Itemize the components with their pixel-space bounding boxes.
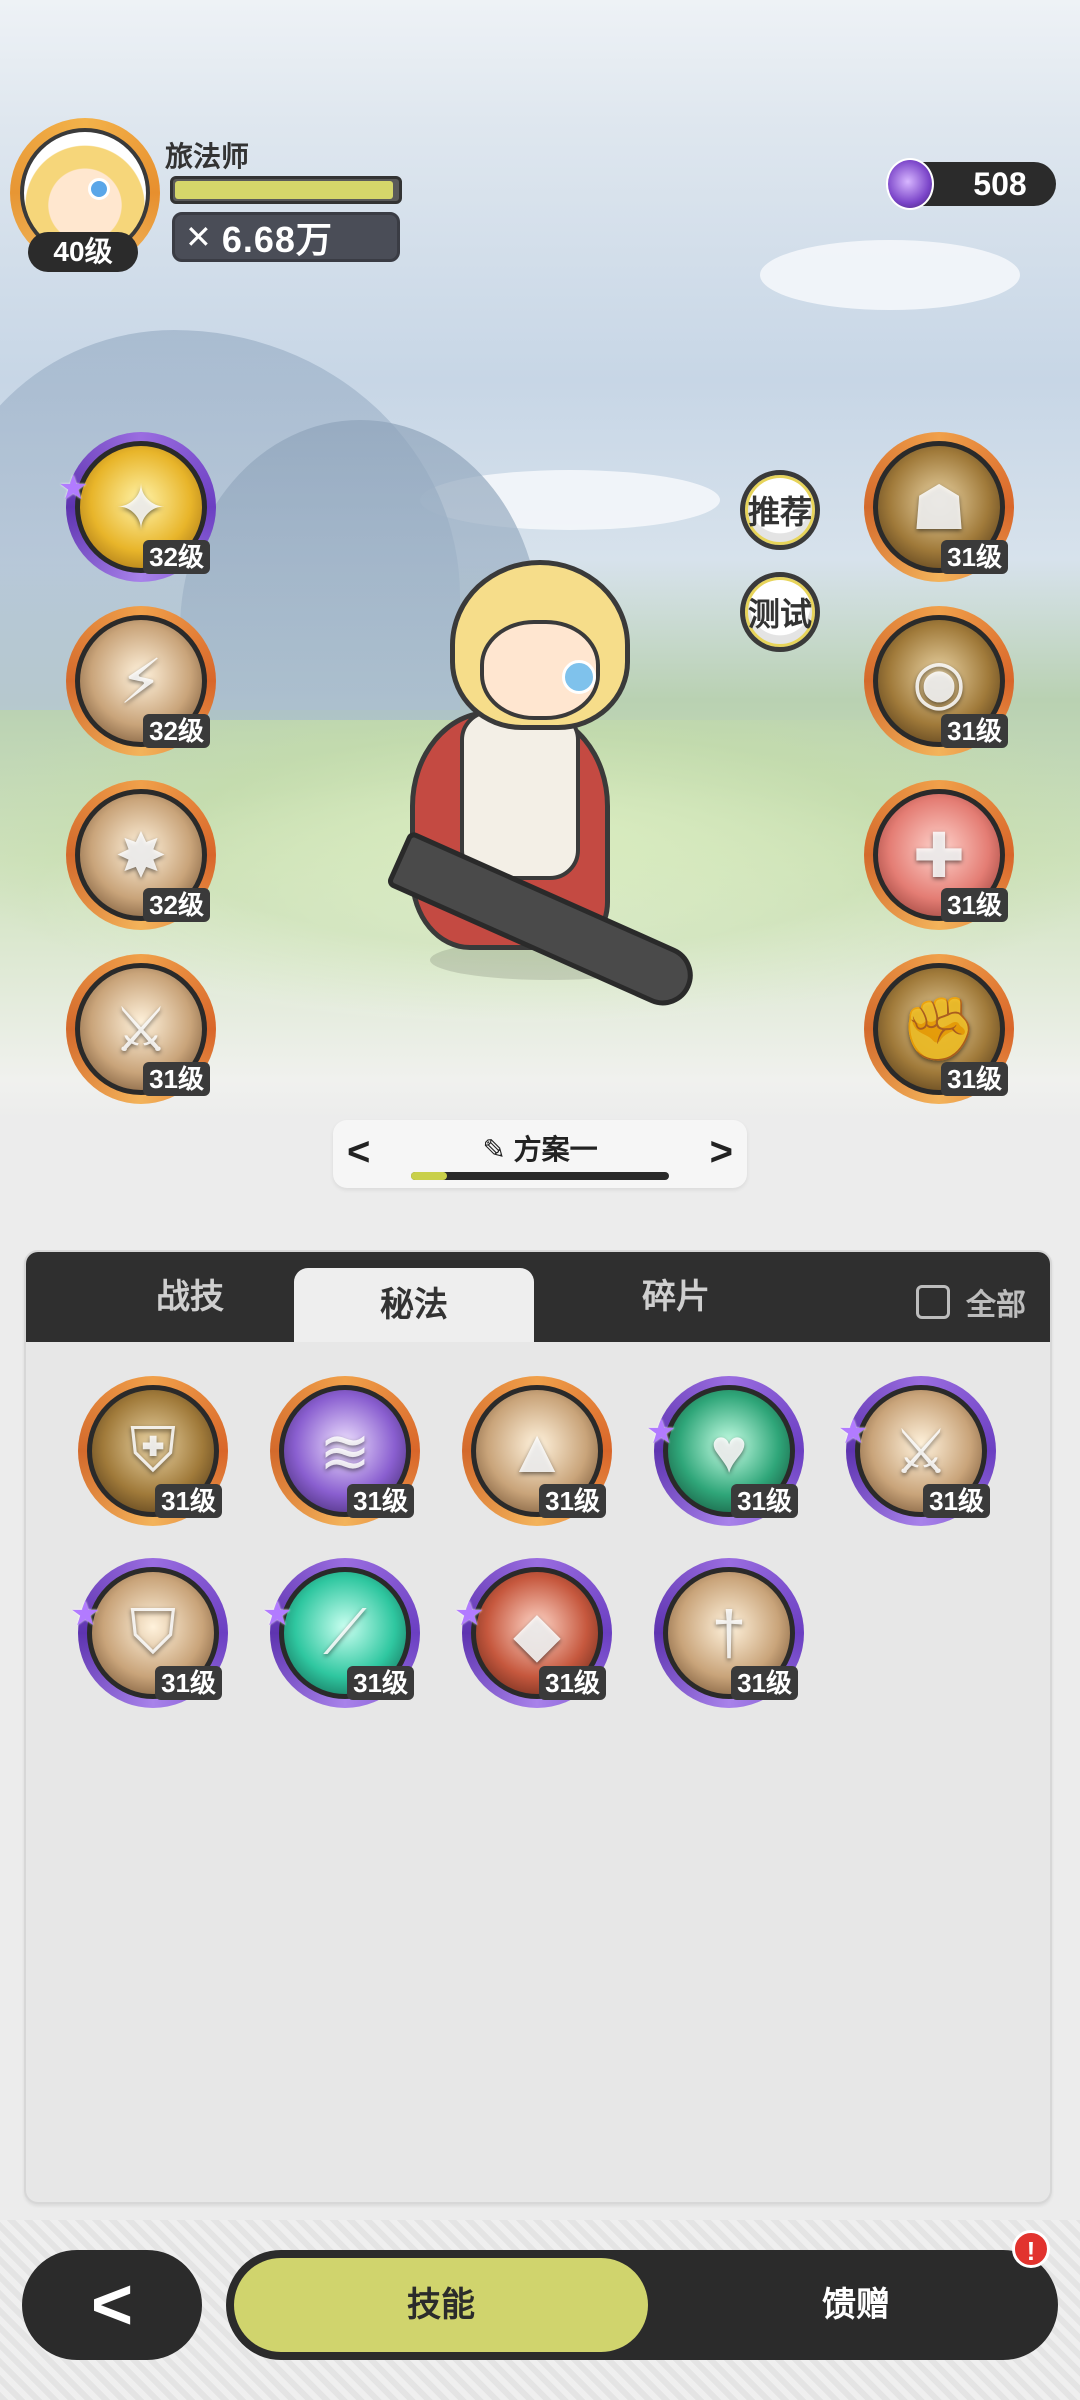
player-level: 40级 <box>28 232 138 272</box>
skill-level: 31级 <box>143 1062 210 1096</box>
skill-slot[interactable]: ⛉ ★ 31级 <box>70 1558 228 1708</box>
loadout-progress-fill <box>411 1172 448 1180</box>
back-arrow-icon: < <box>90 2265 134 2345</box>
loadout-name-button[interactable]: ✎ 方案一 <box>333 1128 747 1168</box>
skill-level: 31级 <box>923 1484 990 1518</box>
avatar-flower <box>88 178 110 200</box>
crossed-swords-icon: ✕ <box>185 219 212 255</box>
star-rank-icon: ★ <box>58 469 89 507</box>
purple-crystal-icon <box>886 158 934 210</box>
skill-inventory-panel: 战技 秘法 碎片 全部 ⛨ 31级 ≋ 31级 ▲ 31级 ♥ ★ 31级 ⚔ ★ 31级 ⛉ ★ 31级 ⟋… <box>24 1250 1052 2204</box>
loadout-name: 方案一 <box>513 1134 598 1165</box>
skill-level: 31级 <box>539 1666 606 1700</box>
star-rank-icon: ★ <box>70 1595 101 1633</box>
bottom-segment-control: 技能 馈赠 ! <box>226 2230 1058 2360</box>
hero-flower <box>562 660 596 694</box>
skill-level: 31级 <box>731 1666 798 1700</box>
alert-badge: ! <box>1012 2230 1050 2268</box>
skill-level: 31级 <box>347 1666 414 1700</box>
skill-level: 32级 <box>143 714 210 748</box>
tab-gifts[interactable]: 馈赠 <box>656 2258 1056 2352</box>
skill-level: 31级 <box>347 1484 414 1518</box>
skill-level: 32级 <box>143 888 210 922</box>
star-rank-icon: ★ <box>454 1595 485 1633</box>
loadout-progress-track <box>411 1172 669 1180</box>
currency-value: 508 <box>973 166 1027 202</box>
skill-level: 31级 <box>155 1484 222 1518</box>
skill-slot[interactable]: ◆ ★ 31级 <box>454 1558 612 1708</box>
skill-slot[interactable]: ♥ ★ 31级 <box>646 1376 804 1526</box>
skill-level: 31级 <box>155 1666 222 1700</box>
star-rank-icon: ★ <box>262 1595 293 1633</box>
skill-slot[interactable]: ▲ 31级 <box>462 1376 612 1526</box>
show-all-label: 全部 <box>966 1289 1026 1322</box>
pencil-icon: ✎ <box>482 1134 506 1165</box>
skill-slot[interactable]: ☗ 31级 <box>864 432 1014 582</box>
skill-level: 31级 <box>941 1062 1008 1096</box>
skill-slot[interactable]: ⚡ 32级 <box>66 606 216 756</box>
combat-power-value: 6.68万 <box>221 219 333 260</box>
skill-level: 32级 <box>143 540 210 574</box>
skill-slot[interactable]: ≋ 31级 <box>270 1376 420 1526</box>
recommend-button[interactable]: 推荐 <box>740 470 820 550</box>
back-button[interactable]: < <box>22 2250 202 2360</box>
star-rank-icon: ★ <box>838 1413 869 1451</box>
player-name: 旅法师 <box>165 141 250 172</box>
skill-level: 31级 <box>539 1484 606 1518</box>
tab-arcana[interactable]: 秘法 <box>294 1268 534 1342</box>
skill-slot[interactable]: ⚔ ★ 31级 <box>838 1376 996 1526</box>
next-loadout-button[interactable]: > <box>710 1130 733 1175</box>
skill-tabs: 战技 秘法 碎片 全部 <box>26 1252 1050 1342</box>
skill-level: 31级 <box>941 714 1008 748</box>
show-all-toggle[interactable]: 全部 <box>916 1280 1026 1324</box>
tab-fragments[interactable]: 碎片 <box>556 1252 796 1342</box>
loadout-selector: < ✎ 方案一 > <box>333 1120 747 1188</box>
player-hp-bar <box>170 176 402 204</box>
skill-level: 31级 <box>941 540 1008 574</box>
skill-slot[interactable]: ⚔ 31级 <box>66 954 216 1104</box>
skill-slot[interactable]: ✦ ★ 32级 <box>58 432 216 582</box>
skill-slot[interactable]: ◉ 31级 <box>864 606 1014 756</box>
skill-slot[interactable]: ⟋ ★ 31级 <box>262 1558 420 1708</box>
tab-combat-skills[interactable]: 战技 <box>70 1252 310 1342</box>
skill-slot[interactable]: ⛨ 31级 <box>78 1376 228 1526</box>
star-rank-icon: ★ <box>646 1413 677 1451</box>
hero-body <box>460 710 580 880</box>
skill-slot[interactable]: ✸ 32级 <box>66 780 216 930</box>
skill-level: 31级 <box>941 888 1008 922</box>
tab-skills[interactable]: 技能 <box>234 2258 648 2352</box>
player-hp-fill <box>175 181 393 199</box>
hero-character <box>385 560 770 1015</box>
skill-slot[interactable]: ✚ 31级 <box>864 780 1014 930</box>
skill-slot[interactable]: † 31级 <box>654 1558 804 1708</box>
skill-slot[interactable]: ✊ 31级 <box>864 954 1014 1104</box>
bottom-nav: < 技能 馈赠 ! <box>0 2220 1080 2400</box>
show-all-checkbox[interactable] <box>916 1285 950 1319</box>
combat-power: ✕ 6.68万 <box>172 212 400 262</box>
currency-display[interactable]: 508 <box>886 158 1056 210</box>
skill-level: 31级 <box>731 1484 798 1518</box>
cloud <box>760 240 1020 310</box>
